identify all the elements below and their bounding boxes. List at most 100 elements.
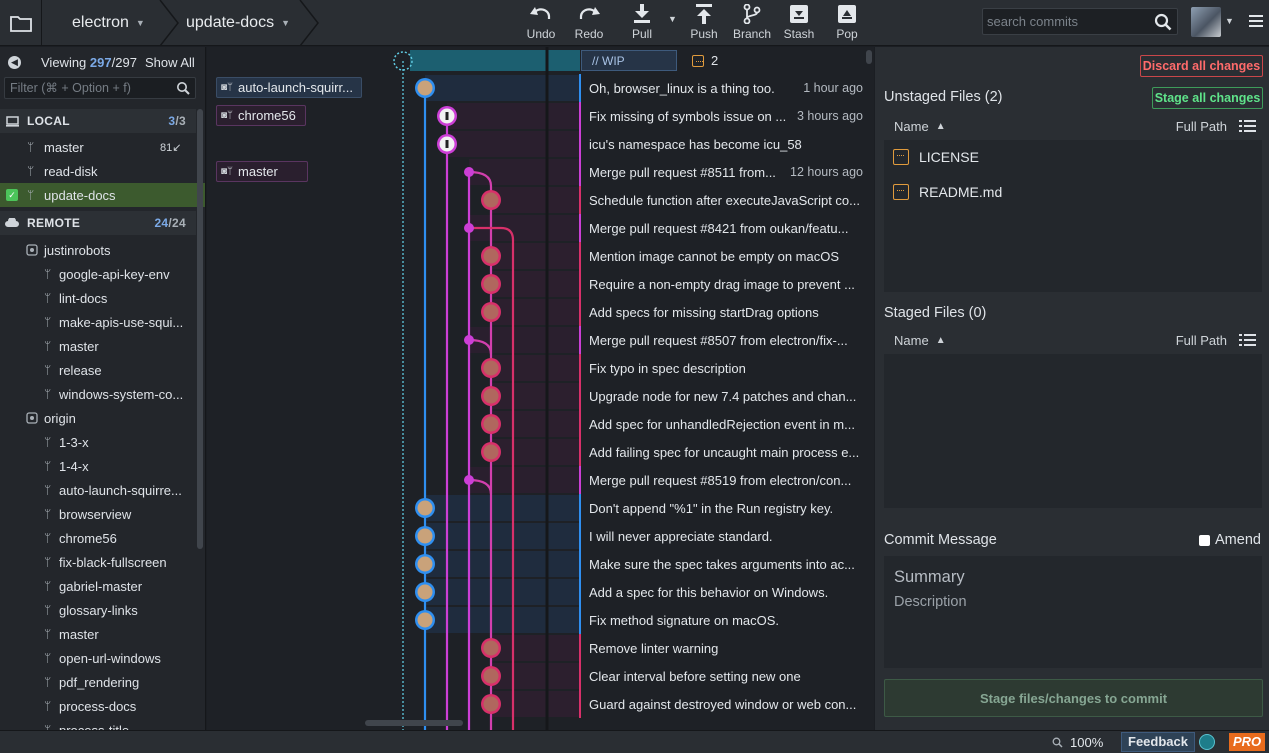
commit-row[interactable]: Fix missing of symbols issue on ... 3 hou…	[579, 102, 865, 130]
branch-selector[interactable]: update-docs ▼	[186, 0, 290, 46]
show-all-link[interactable]: Show All	[145, 55, 195, 70]
commit-row[interactable]: Merge pull request #8519 from electron/c…	[579, 466, 865, 494]
branch-ref-label[interactable]: ◙ᛘ auto-launch-squirr...	[216, 77, 362, 98]
remote-branch-item[interactable]: ᛘ chrome56	[0, 526, 196, 550]
remote-branch-item[interactable]: ᛘ gabriel-master	[0, 574, 196, 598]
amend-checkbox[interactable]	[1199, 534, 1210, 546]
commit-row[interactable]: Make sure the spec takes arguments into …	[579, 550, 865, 578]
name-column-sort[interactable]: Name	[894, 119, 929, 134]
commit-row[interactable]: Don't append "%1" in the Run registry ke…	[579, 494, 865, 522]
commit-row[interactable]: Add specs for missing startDrag options	[579, 298, 865, 326]
local-section-header[interactable]: LOCAL 3/3	[0, 109, 196, 133]
remote-branch-item[interactable]: ᛘ master	[0, 622, 196, 646]
merge-commit-node	[464, 475, 474, 485]
wip-row[interactable]: // WIP	[581, 50, 677, 71]
commit-row[interactable]: Add spec for unhandledRejection event in…	[579, 410, 865, 438]
commit-row[interactable]: Add failing spec for uncaught main proce…	[579, 438, 865, 466]
full-path-toggle[interactable]: Full Path	[1176, 333, 1227, 348]
commit-row[interactable]: I will never appreciate standard.	[579, 522, 865, 550]
commit-row[interactable]: Remove linter warning	[579, 634, 865, 662]
commit-row[interactable]: Schedule function after executeJavaScrip…	[579, 186, 865, 214]
undo-button[interactable]: Undo	[518, 4, 564, 44]
filter-input[interactable]	[5, 78, 170, 98]
discard-all-changes-button[interactable]: Discard all changes	[1140, 55, 1263, 77]
merge-commit-node	[464, 335, 474, 345]
zoom-level[interactable]: 100%	[1070, 735, 1103, 750]
commit-row-highlight	[491, 439, 579, 465]
pop-button[interactable]: Pop	[824, 4, 870, 44]
branch-ref-label[interactable]: ◙ᛘ chrome56	[216, 105, 306, 126]
collapse-sidebar-icon[interactable]: ◀	[8, 55, 21, 69]
graph-horizontal-scrollbar[interactable]	[365, 720, 463, 726]
commit-row[interactable]: Clear interval before setting new one	[579, 662, 865, 690]
remote-branch-item[interactable]: ᛘ windows-system-co...	[0, 382, 196, 406]
file-row-license[interactable]: LICENSE	[893, 144, 979, 170]
commit-row[interactable]: Guard against destroyed window or web co…	[579, 690, 865, 718]
branch-button[interactable]: Branch	[729, 4, 775, 44]
stash-button[interactable]: Stash	[776, 4, 822, 44]
commit-row[interactable]: Oh, browser_linux is a thing too. 1 hour …	[579, 74, 865, 102]
remote-branch-item[interactable]: ᛘ make-apis-use-squi...	[0, 310, 196, 334]
pro-badge[interactable]: PRO	[1229, 733, 1266, 751]
local-branch-item[interactable]: ᛘ read-disk	[0, 159, 205, 183]
push-button[interactable]: Push	[681, 4, 727, 44]
repo-folder-button[interactable]	[0, 0, 42, 46]
remote-branch-item[interactable]: ᛘ master	[0, 334, 196, 358]
commit-row[interactable]: icu's namespace has become icu_58	[579, 130, 865, 158]
full-path-toggle[interactable]: Full Path	[1176, 119, 1227, 134]
redo-button[interactable]: Redo	[566, 4, 612, 44]
remote-branch-item[interactable]: ᛘ google-api-key-env	[0, 262, 196, 286]
branch-ref-label[interactable]: ◙ᛘ master	[216, 161, 308, 182]
file-row-readme[interactable]: README.md	[893, 179, 1002, 205]
list-view-icon[interactable]	[1239, 120, 1256, 132]
github-icon: ◙ᛘ	[221, 166, 234, 177]
remote-branch-item[interactable]: ᛘ pdf_rendering	[0, 670, 196, 694]
remote-branch-item[interactable]: ᛘ browserview	[0, 502, 196, 526]
summary-input[interactable]	[894, 566, 1254, 588]
commit-row[interactable]: Fix typo in spec description	[579, 354, 865, 382]
remote-item[interactable]: origin	[0, 406, 196, 430]
remote-branch-item[interactable]: ᛘ process-title	[0, 718, 196, 731]
user-avatar[interactable]	[1191, 7, 1221, 37]
remote-branch-item[interactable]: ᛘ glossary-links	[0, 598, 196, 622]
description-input[interactable]	[894, 594, 1254, 658]
local-branch-item[interactable]: ᛘ master 81↙	[0, 135, 205, 159]
commit-row-highlight	[491, 271, 579, 297]
remote-section-header[interactable]: REMOTE 24/24	[0, 211, 196, 235]
stage-all-changes-button[interactable]: Stage all changes	[1152, 87, 1263, 109]
pull-button[interactable]: Pull	[619, 4, 665, 44]
avatar-chevron-down-icon[interactable]: ▼	[1225, 16, 1234, 26]
local-branch-item[interactable]: ✓ ᛘ update-docs	[0, 183, 205, 207]
commit-row[interactable]: Merge pull request #8511 from... 12 hours…	[579, 158, 865, 186]
remote-branch-item[interactable]: ᛘ open-url-windows	[0, 646, 196, 670]
branch-icon	[743, 4, 761, 24]
repo-selector[interactable]: electron ▼	[72, 0, 145, 46]
commit-row[interactable]: Fix method signature on macOS.	[579, 606, 865, 634]
viewing-total: /297	[111, 54, 137, 70]
remote-branch-item[interactable]: ᛘ 1-3-x	[0, 430, 196, 454]
remote-branch-item[interactable]: ᛘ lint-docs	[0, 286, 196, 310]
pull-options-chevron-icon[interactable]: ▼	[668, 14, 677, 24]
remote-branch-item[interactable]: ᛘ fix-black-fullscreen	[0, 550, 196, 574]
remote-item[interactable]: justinrobots	[0, 238, 196, 262]
search-icon[interactable]	[1154, 13, 1172, 31]
remote-branch-item[interactable]: ᛘ 1-4-x	[0, 454, 196, 478]
search-commits-input[interactable]	[983, 9, 1143, 34]
commit-row[interactable]: Merge pull request #8507 from electron/f…	[579, 326, 865, 354]
graph-vertical-scrollbar[interactable]	[866, 50, 872, 64]
list-view-icon[interactable]	[1239, 334, 1256, 346]
remote-branch-item[interactable]: ᛘ process-docs	[0, 694, 196, 718]
stage-files-to-commit-button[interactable]: Stage files/changes to commit	[884, 679, 1263, 717]
commit-row[interactable]: Merge pull request #8421 from oukan/feat…	[579, 214, 865, 242]
remote-branch-item[interactable]: ᛘ auto-launch-squirre...	[0, 478, 196, 502]
feedback-button[interactable]: Feedback	[1121, 732, 1195, 752]
commit-row[interactable]: Require a non-empty drag image to preven…	[579, 270, 865, 298]
commit-row[interactable]: Mention image cannot be empty on macOS	[579, 242, 865, 270]
commit-row[interactable]: Add a spec for this behavior on Windows.	[579, 578, 865, 606]
commit-row[interactable]: Upgrade node for new 7.4 patches and cha…	[579, 382, 865, 410]
sidebar-scrollbar[interactable]	[197, 109, 203, 549]
remote-branch-item[interactable]: ᛘ release	[0, 358, 196, 382]
unstaged-column-header: Name ▲ Full Path	[884, 113, 1262, 139]
hamburger-menu-icon[interactable]	[1249, 14, 1263, 28]
name-column-sort[interactable]: Name	[894, 333, 929, 348]
